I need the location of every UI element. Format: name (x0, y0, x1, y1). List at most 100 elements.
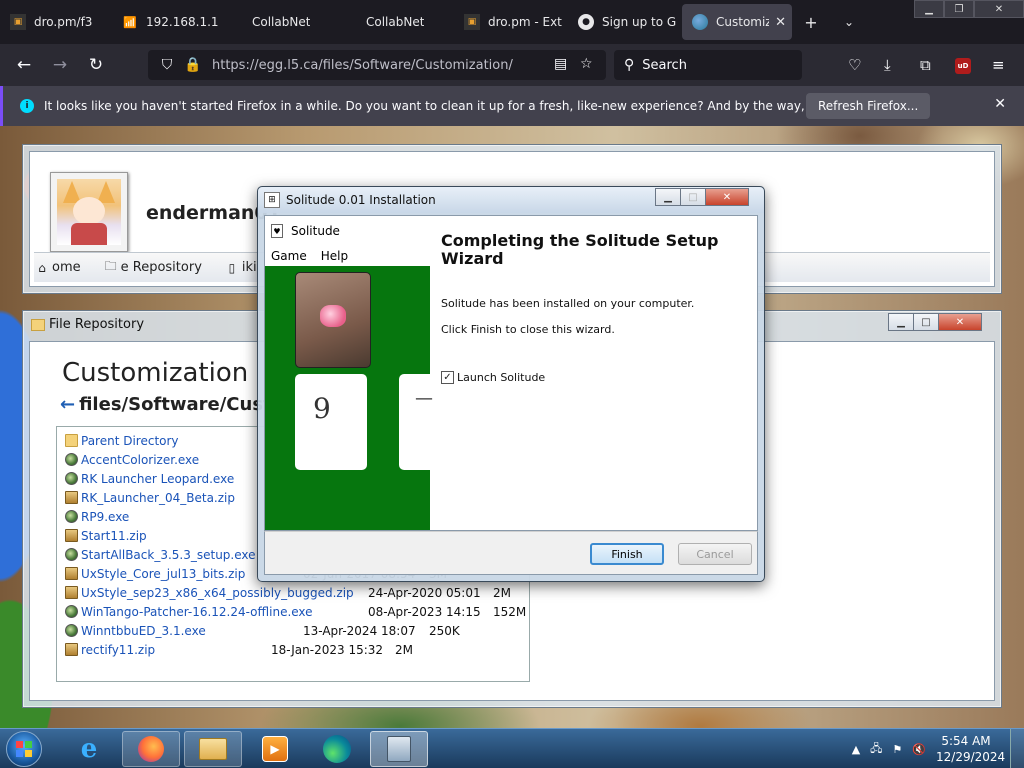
close-window-icon[interactable]: ✕ (974, 0, 1024, 18)
info-icon: i (20, 99, 34, 113)
ublock-icon[interactable]: uD (955, 58, 971, 74)
site-icon: ▣ (10, 14, 26, 30)
url-text[interactable]: https://egg.l5.ca/files/Software/Customi… (212, 58, 513, 73)
nav-wiki[interactable]: ▯ iki (224, 260, 257, 276)
maximize-icon[interactable]: □ (913, 313, 939, 331)
start-button[interactable] (6, 731, 42, 767)
exe-file-icon (65, 510, 78, 523)
list-tabs-icon[interactable]: ⌄ (830, 15, 868, 29)
pocket-icon[interactable]: ♡ (848, 56, 861, 74)
file-name-link[interactable]: UxStyle_sep23_x86_x64_possibly_bugged.zi… (81, 586, 354, 600)
file-name-link[interactable]: Start11.zip (81, 529, 147, 543)
lock-icon[interactable]: 🔒 (180, 57, 206, 73)
nav-home[interactable]: ⌂ ome (34, 260, 81, 276)
forward-icon[interactable]: → (42, 55, 78, 75)
tab-label: dro.pm/f3 (34, 15, 93, 29)
tab-github[interactable]: ● Sign up to Gi (568, 0, 682, 44)
installer-icon[interactable] (370, 731, 428, 767)
tab-label: dro.pm - Ext (488, 15, 562, 29)
file-date: 18-Jan-2023 15:32 (271, 642, 384, 657)
tab-label: 192.168.1.1 (146, 15, 219, 29)
file-name-link[interactable]: AccentColorizer.exe (81, 453, 199, 467)
taskbar: e ▶ ▲ 🖧 ⚑ 🔇 5:54 AM 12/29/2024 (0, 728, 1024, 768)
close-tab-icon[interactable]: ✕ (775, 15, 786, 30)
back-arrow-icon[interactable]: ← (60, 394, 75, 415)
file-row[interactable]: rectify11.zip 18-Jan-2023 15:32 2M (65, 640, 525, 659)
clock[interactable]: 5:54 AM 12/29/2024 (936, 733, 1005, 765)
downloads-icon[interactable]: ⤓ (884, 56, 891, 74)
reader-view-icon[interactable]: ▤ (554, 56, 567, 72)
file-name-link[interactable]: RP9.exe (81, 510, 129, 524)
side-menu: Game Help (271, 249, 362, 263)
tab-strip: ▣ dro.pm/f3 📶 192.168.1.1 CollabNet Coll… (0, 0, 1024, 44)
tab-router[interactable]: 📶 192.168.1.1 (112, 0, 226, 44)
url-bar[interactable]: ⛉ 🔒 https://egg.l5.ca/files/Software/Cus… (148, 50, 606, 80)
extensions-icon[interactable]: ⧉ (920, 56, 931, 74)
side-app-title-text: Solitude (291, 224, 340, 238)
close-icon[interactable]: ✕ (705, 188, 749, 206)
launch-checkbox-label: Launch Solitude (457, 371, 546, 384)
maximize-icon[interactable]: □ (680, 188, 706, 206)
file-name-link[interactable]: rectify11.zip (81, 643, 155, 657)
minimize-icon[interactable]: ▁ (888, 313, 914, 331)
nav-repository[interactable]: 🗀 e Repository (103, 259, 202, 276)
refresh-firefox-button[interactable]: Refresh Firefox... (806, 93, 931, 119)
bookmark-star-icon[interactable]: ☆ (580, 56, 593, 72)
ie-icon[interactable]: e (60, 731, 118, 767)
media-player-icon[interactable]: ▶ (246, 731, 304, 767)
show-hidden-icons[interactable]: ▲ (852, 743, 860, 756)
side-app-title: ♥ Solitude (271, 224, 340, 238)
tab-dro-pm-f3[interactable]: ▣ dro.pm/f3 (0, 0, 112, 44)
minimize-icon[interactable]: ▁ (655, 188, 681, 206)
file-name-link[interactable]: WinTango-Patcher-16.12.24-offline.exe (81, 605, 313, 619)
checkbox-icon[interactable]: ✓ (441, 371, 454, 384)
wizard-instruction: Click Finish to close this wizard. (441, 323, 615, 336)
reload-icon[interactable]: ↻ (78, 55, 114, 75)
file-row[interactable]: WinntbbuED_3.1.exe 13-Apr-2024 18:07 250K (65, 621, 525, 640)
avatar-image (57, 179, 121, 245)
menu-icon[interactable]: ≡ (992, 56, 1005, 74)
close-icon[interactable]: ✕ (938, 313, 982, 331)
file-name-link[interactable]: RK_Launcher_04_Beta.zip (81, 491, 235, 505)
tab-dro-pm-ext[interactable]: ▣ dro.pm - Ext (454, 0, 568, 44)
file-name-link[interactable]: UxStyle_Core_jul13_bits.zip (81, 567, 245, 581)
file-name-link[interactable]: Parent Directory (81, 434, 179, 448)
firefox-icon[interactable] (122, 731, 180, 767)
search-placeholder: Search (642, 57, 687, 73)
close-notification-icon[interactable]: ✕ (994, 96, 1006, 112)
explorer-icon[interactable] (184, 731, 242, 767)
file-row[interactable]: WinTango-Patcher-16.12.24-offline.exe 08-… (65, 602, 526, 621)
tab-customization[interactable]: Customiz ✕ (682, 4, 792, 40)
file-date: 13-Apr-2024 18:07 (303, 623, 416, 638)
tab-collabnet-1[interactable]: CollabNet (226, 0, 340, 44)
file-name-link[interactable]: StartAllBack_3.5.3_setup.exe (81, 548, 256, 562)
search-input[interactable]: ⚲ Search (614, 50, 802, 80)
new-tab-icon[interactable]: + (792, 13, 830, 32)
launch-checkbox[interactable]: ✓ Launch Solitude (441, 371, 545, 384)
cancel-button[interactable]: Cancel (678, 543, 752, 565)
folder-icon: 🗀 (104, 259, 117, 273)
tab-actions: + ⌄ (792, 0, 868, 44)
file-row[interactable]: UxStyle_sep23_x86_x64_possibly_bugged.zi… (65, 583, 525, 602)
tracking-shield-icon[interactable]: ⛉ (154, 57, 180, 73)
volume-muted-icon[interactable]: 🔇 (912, 743, 926, 756)
back-icon[interactable]: ← (6, 55, 42, 75)
menu-game[interactable]: Game (271, 249, 307, 263)
minimize-icon[interactable]: ▁ (914, 0, 944, 18)
tab-collabnet-2[interactable]: CollabNet (340, 0, 454, 44)
side-panel: ♥ Solitude Game Help 9 — (265, 216, 439, 530)
exe-file-icon (65, 548, 78, 561)
finish-button[interactable]: Finish (590, 543, 664, 565)
show-desktop-button[interactable] (1010, 729, 1024, 768)
dialog-window-controls: ▁ □ ✕ (655, 188, 749, 206)
edge-icon[interactable] (308, 731, 366, 767)
action-center-icon[interactable]: ⚑ (892, 743, 902, 756)
restore-icon[interactable]: ❐ (944, 0, 974, 18)
nav-home-label: ome (52, 260, 81, 275)
file-name-link[interactable]: RK Launcher Leopard.exe (81, 472, 234, 486)
game-table: 9 — (265, 266, 439, 530)
file-name-link[interactable]: WinntbbuED_3.1.exe (81, 624, 206, 638)
menu-help[interactable]: Help (321, 249, 348, 263)
network-icon[interactable]: 🖧 (870, 740, 882, 759)
wiki-icon: ▯ (228, 260, 236, 275)
